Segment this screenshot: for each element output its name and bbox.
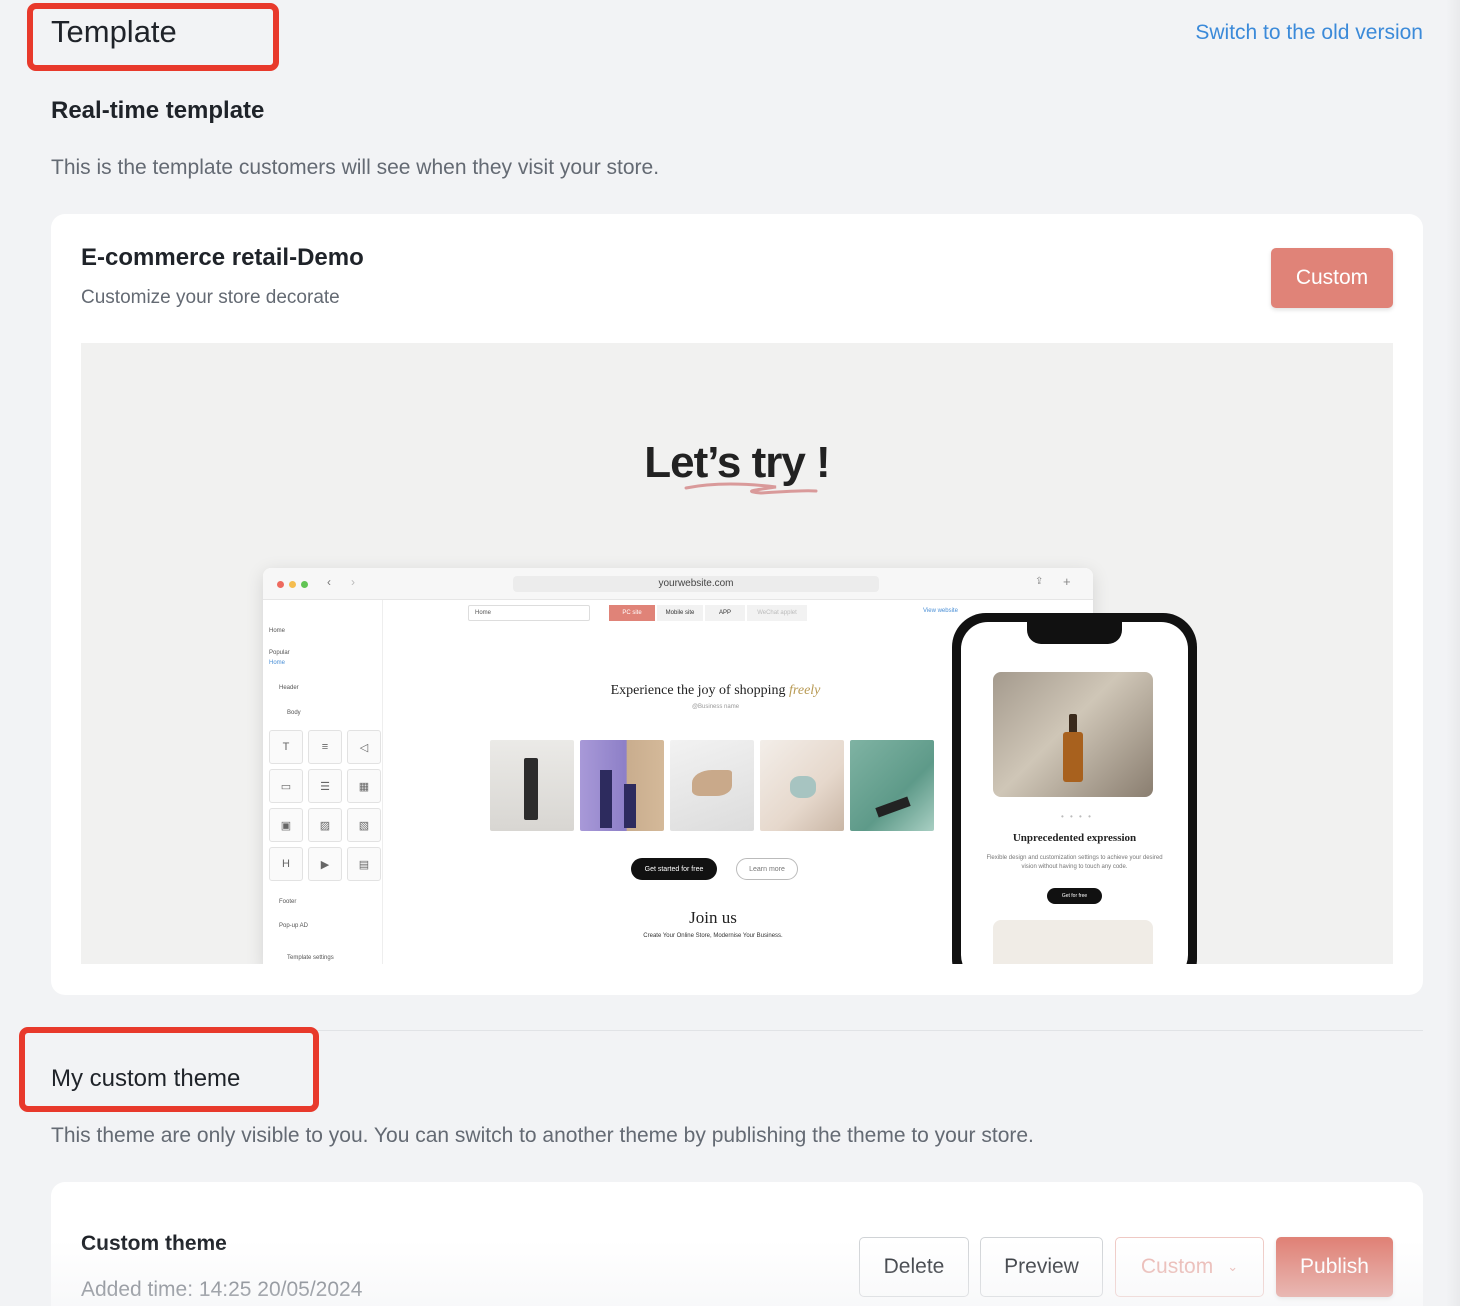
- preview-button[interactable]: Preview: [980, 1237, 1103, 1297]
- hero-title-accent: freely: [789, 683, 821, 698]
- tool-form: ▤: [347, 847, 381, 881]
- phone-text: Flexible design and customization settin…: [986, 855, 1163, 870]
- page-select: Home: [468, 605, 590, 621]
- view-website-link: View website: [923, 608, 958, 614]
- bottle-neck: [1069, 714, 1077, 734]
- join-us-subtitle: Create Your Online Store, Modernise Your…: [643, 933, 783, 939]
- template-card-subtitle: Customize your store decorate: [81, 287, 340, 308]
- editor-toolbar: Home PC site Mobile site APP WeChat appl…: [468, 605, 1028, 621]
- tool-text: ≡: [308, 730, 342, 764]
- phone-button: Get for free: [1047, 888, 1102, 904]
- realtime-description: This is the template customers will see …: [51, 156, 660, 179]
- product-photo-bottle: [490, 740, 574, 831]
- custom-dropdown-label: Custom: [1140, 1255, 1214, 1278]
- sidebar-header: Header: [279, 685, 299, 691]
- switch-old-version-link[interactable]: Switch to the old version: [1195, 21, 1423, 45]
- publish-button[interactable]: Publish: [1276, 1237, 1393, 1297]
- custom-theme-added-time: Added time: 14:25 20/05/2024: [81, 1278, 363, 1301]
- custom-dropdown-button[interactable]: Custom ⌄: [1115, 1237, 1264, 1297]
- get-started-button: Get started for free: [631, 858, 717, 880]
- chevron-down-icon: ⌄: [1227, 1259, 1239, 1274]
- join-us-title: Join us: [689, 908, 737, 927]
- tab-pc-site: PC site: [609, 605, 655, 621]
- maximize-dot: [301, 581, 308, 588]
- product-photo-green: [850, 740, 934, 831]
- tool-video: ▶: [308, 847, 342, 881]
- share-icon: ⇪: [1035, 576, 1044, 587]
- my-theme-heading: My custom theme: [51, 1065, 241, 1092]
- page-title: Template: [51, 14, 177, 49]
- tool-banner-slider: ▭: [269, 769, 303, 803]
- url-bar: yourwebsite.com: [513, 576, 879, 592]
- bottle: [1063, 732, 1083, 782]
- product-photo-shoe: [670, 740, 754, 831]
- hero-title-text: Experience the joy of shopping: [610, 683, 786, 698]
- tab-mobile-site: Mobile site: [657, 605, 703, 621]
- learn-more-button: Learn more: [736, 858, 798, 880]
- product-photo-purple: [580, 740, 664, 831]
- phone-mockup: • • • • Unprecedented expression Flexibl…: [952, 613, 1197, 964]
- hero-title: Experience the joy of shopping freely: [463, 683, 968, 699]
- new-tab-icon: +: [1063, 574, 1071, 589]
- tab-wechat-applet: WeChat applet: [747, 605, 807, 621]
- delete-button[interactable]: Delete: [859, 1237, 969, 1297]
- tool-divider: H: [269, 847, 303, 881]
- sidebar-footer: Footer: [279, 899, 297, 905]
- phone-screen: • • • • Unprecedented expression Flexibl…: [961, 622, 1188, 964]
- sidebar-popup: Pop-up AD: [279, 923, 309, 929]
- back-icon: ‹: [327, 575, 331, 589]
- template-card-title: E-commerce retail-Demo: [81, 244, 364, 271]
- product-photo-cream: [760, 740, 844, 831]
- custom-button[interactable]: Custom: [1271, 248, 1393, 308]
- realtime-heading: Real-time template: [51, 97, 265, 124]
- sidebar-popular: Popular: [269, 650, 290, 656]
- browser-titlebar: ‹ › yourwebsite.com ⇪ +: [263, 568, 1093, 600]
- business-name: @Business name: [691, 704, 740, 710]
- phone-second-image: [993, 920, 1153, 964]
- product-photo-row: [490, 740, 934, 831]
- carousel-dots: • • • •: [1061, 812, 1093, 821]
- scrollbar-track: [1446, 0, 1460, 1306]
- template-preview-image[interactable]: Let’s try ! ‹ › yourwebsite.com ⇪ + Home…: [81, 343, 1393, 964]
- tool-icon-list: ☰: [308, 769, 342, 803]
- phone-title: Unprecedented expression: [1012, 832, 1137, 844]
- my-theme-description: This theme are only visible to you. You …: [51, 1124, 1034, 1147]
- editor-sidebar: Home Popular Home Header Body T ≡ ◁ ▭ ☰ …: [263, 600, 383, 964]
- sidebar-home: Home: [269, 628, 286, 634]
- forward-icon: ›: [351, 575, 355, 589]
- tool-promotion-grid: ▦: [347, 769, 381, 803]
- tool-title: T: [269, 730, 303, 764]
- template-card: E-commerce retail-Demo Customize your st…: [51, 214, 1423, 995]
- phone-product-image: [993, 672, 1153, 797]
- sidebar-settings: Template settings: [287, 955, 334, 961]
- phone-notch: [1027, 622, 1122, 644]
- tool-photo: ▨: [308, 808, 342, 842]
- close-dot: [277, 581, 284, 588]
- tool-image-with-text: ▧: [347, 808, 381, 842]
- sidebar-home-link: Home: [269, 660, 286, 666]
- tool-grid: T ≡ ◁ ▭ ☰ ▦ ▣ ▨ ▧ H ▶ ▤: [269, 730, 381, 881]
- sidebar-body: Body: [287, 710, 301, 716]
- custom-theme-card: Custom theme Added time: 14:25 20/05/202…: [51, 1182, 1423, 1306]
- scribble-underline: [684, 482, 818, 495]
- tool-announcement: ◁: [347, 730, 381, 764]
- minimize-dot: [289, 581, 296, 588]
- tab-app: APP: [705, 605, 745, 621]
- custom-theme-title: Custom theme: [81, 1232, 227, 1255]
- tool-product-list: ▣: [269, 808, 303, 842]
